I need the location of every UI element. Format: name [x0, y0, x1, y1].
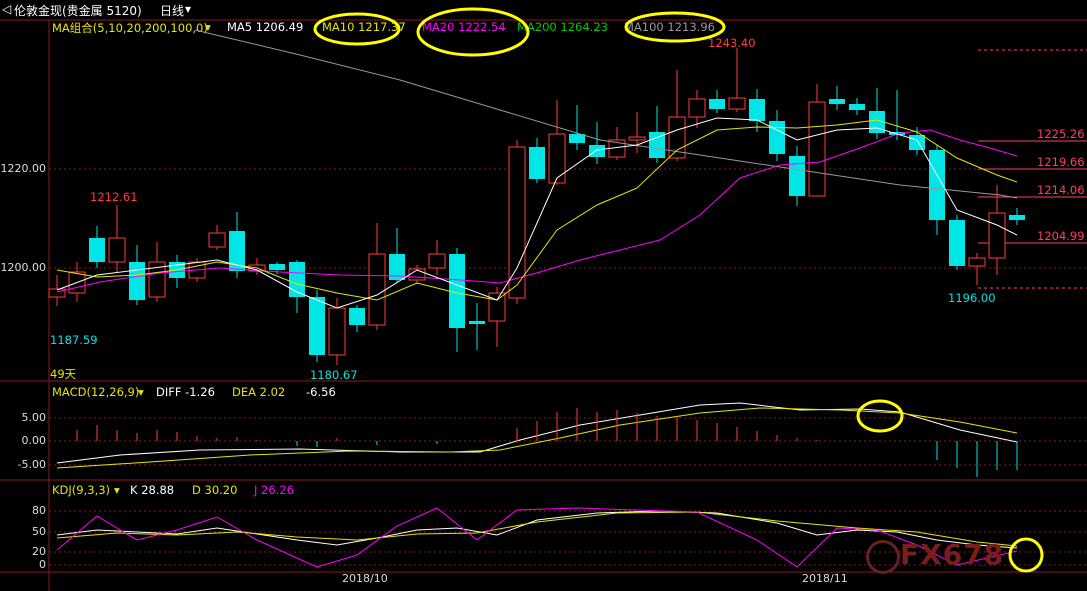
macd-diff: DIFF -1.26 — [156, 385, 215, 399]
low-label: 1187.59 — [50, 333, 98, 347]
candle-body — [709, 99, 725, 109]
candle-body — [108, 237, 126, 263]
macd-axis-label: -5.00 — [17, 458, 46, 471]
candle-body — [449, 254, 465, 328]
candle-body — [368, 253, 386, 326]
kdj-axis-label: 80 — [32, 504, 46, 517]
macd-value: -6.56 — [306, 385, 336, 399]
candle-body — [349, 308, 365, 325]
level-label: 1225.26 — [1037, 127, 1085, 141]
candle-body — [628, 136, 646, 141]
candle-body — [208, 232, 226, 248]
price-axis-label: 1200.00 — [0, 261, 47, 274]
candle-body — [769, 121, 785, 154]
date-label: 2018/10 — [342, 572, 388, 585]
watermark: FX678 — [900, 538, 1005, 571]
candle-body — [469, 321, 485, 324]
candle-body — [808, 101, 826, 197]
kdj-d-line — [56, 511, 1018, 547]
kdj-axis-label: 50 — [32, 525, 46, 538]
candle-body — [328, 307, 346, 356]
candle-body — [569, 134, 585, 143]
highlight-ellipse — [1008, 537, 1044, 573]
macd-axis-label: 5.00 — [21, 411, 47, 424]
candle-body — [269, 264, 285, 270]
days-label: 49天 — [50, 367, 77, 381]
low-label: 1196.00 — [948, 291, 996, 305]
highlight-ellipse — [856, 399, 904, 433]
candle-body — [548, 133, 566, 184]
level-label: 1219.66 — [1037, 155, 1085, 169]
highlight-ellipse — [313, 12, 401, 46]
price-axis-label: 1220.00 — [0, 162, 47, 175]
candle-body — [589, 145, 605, 157]
candle-body — [428, 253, 446, 269]
highlight-ellipse — [416, 7, 530, 57]
macd-dea: DEA 2.02 — [232, 385, 286, 399]
level-label: 1204.99 — [1037, 229, 1085, 243]
kdj-j: J 26.26 — [254, 483, 294, 497]
kdj-axis-label: 20 — [32, 545, 46, 558]
candlesticks — [48, 48, 1025, 365]
macd-chevron-down-icon[interactable]: ▾ — [138, 385, 144, 399]
macd-title[interactable]: MACD(12,26,9) — [52, 385, 139, 399]
ma100-line — [194, 29, 1018, 199]
candle-body — [909, 135, 925, 150]
high-label: 1243.40 — [708, 36, 756, 50]
candle-body — [829, 99, 845, 104]
macd-axis-label: 0.00 — [21, 434, 47, 447]
price-chart[interactable] — [0, 0, 1087, 591]
level-label: 1214.06 — [1037, 183, 1085, 197]
candle-body — [688, 98, 706, 118]
candle-body — [508, 146, 526, 299]
candle-body — [789, 156, 805, 196]
kdj-chevron-down-icon[interactable]: ▾ — [114, 483, 120, 497]
candle-body — [968, 257, 986, 267]
kdj-title[interactable]: KDJ(9,3,3) — [52, 483, 110, 497]
candle-body — [408, 268, 426, 281]
low-label: 1180.67 — [310, 368, 358, 382]
candle-body — [89, 238, 105, 262]
candle-body — [949, 220, 965, 266]
candle-body — [129, 262, 145, 300]
candle-body — [529, 147, 545, 179]
candle-body — [309, 297, 325, 355]
candle-body — [1009, 215, 1025, 220]
candle-body — [749, 99, 765, 121]
kdj-k: K 28.88 — [130, 483, 175, 497]
kdj-axis-label: 0 — [39, 558, 46, 571]
candle-body — [849, 104, 865, 110]
candle-body — [488, 292, 506, 322]
watermark-logo-icon — [866, 540, 900, 574]
macd-panel — [56, 402, 1018, 477]
high-label: 1212.61 — [90, 190, 138, 204]
candle-body — [988, 212, 1006, 259]
candle-body — [728, 97, 746, 110]
kdj-d: D 30.20 — [192, 483, 238, 497]
date-label: 2018/11 — [802, 572, 848, 585]
